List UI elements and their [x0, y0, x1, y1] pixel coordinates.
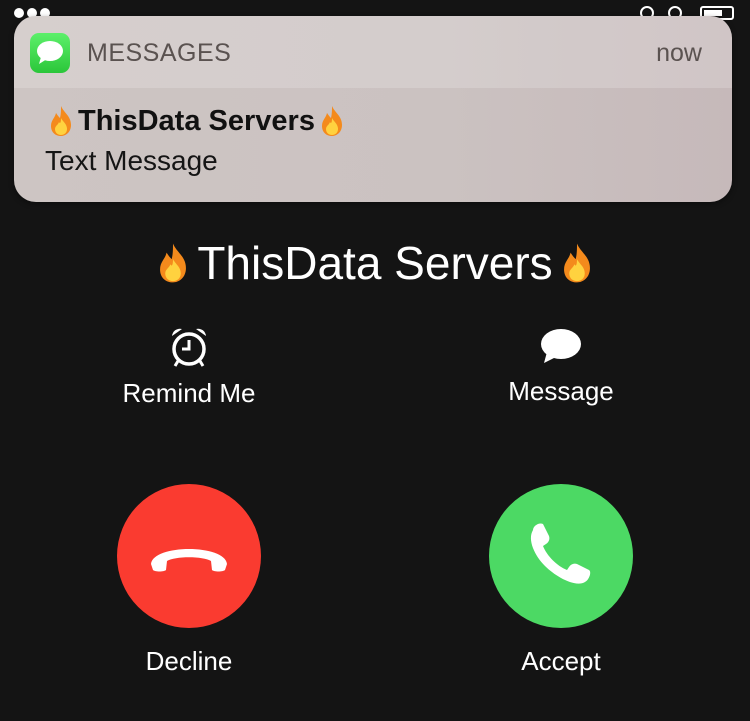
message-notification-banner[interactable]: MESSAGES now ThisData Servers Text Messa… — [14, 16, 732, 202]
notification-header: MESSAGES now — [14, 16, 732, 88]
notification-title: ThisData Servers — [44, 104, 349, 138]
caller-name: ThisData Servers — [0, 236, 750, 290]
notification-sender: ThisData Servers — [78, 104, 315, 137]
notification-time: now — [656, 39, 702, 67]
message-button[interactable]: Message — [431, 326, 691, 407]
phone-icon — [530, 523, 591, 584]
remind-me-label: Remind Me — [122, 378, 256, 408]
decline-button[interactable] — [117, 484, 261, 628]
message-label: Message — [508, 376, 614, 406]
caller-name-text: ThisData Servers — [197, 237, 553, 289]
notification-app-name: MESSAGES — [87, 39, 232, 67]
fire-emoji-icon — [563, 243, 590, 283]
decline-label: Decline — [145, 646, 233, 676]
messages-app-icon — [30, 33, 70, 73]
notification-body: Text Message — [45, 145, 218, 176]
speech-bubble-icon — [541, 329, 581, 363]
hang-up-phone-icon — [151, 549, 227, 572]
fire-emoji-icon — [321, 106, 342, 136]
accept-label: Accept — [521, 646, 601, 676]
remind-me-button[interactable]: Remind Me — [59, 326, 319, 409]
alarm-clock-icon — [172, 328, 206, 367]
accept-button[interactable] — [489, 484, 633, 628]
fire-emoji-icon — [51, 106, 71, 136]
fire-emoji-icon — [160, 243, 187, 283]
